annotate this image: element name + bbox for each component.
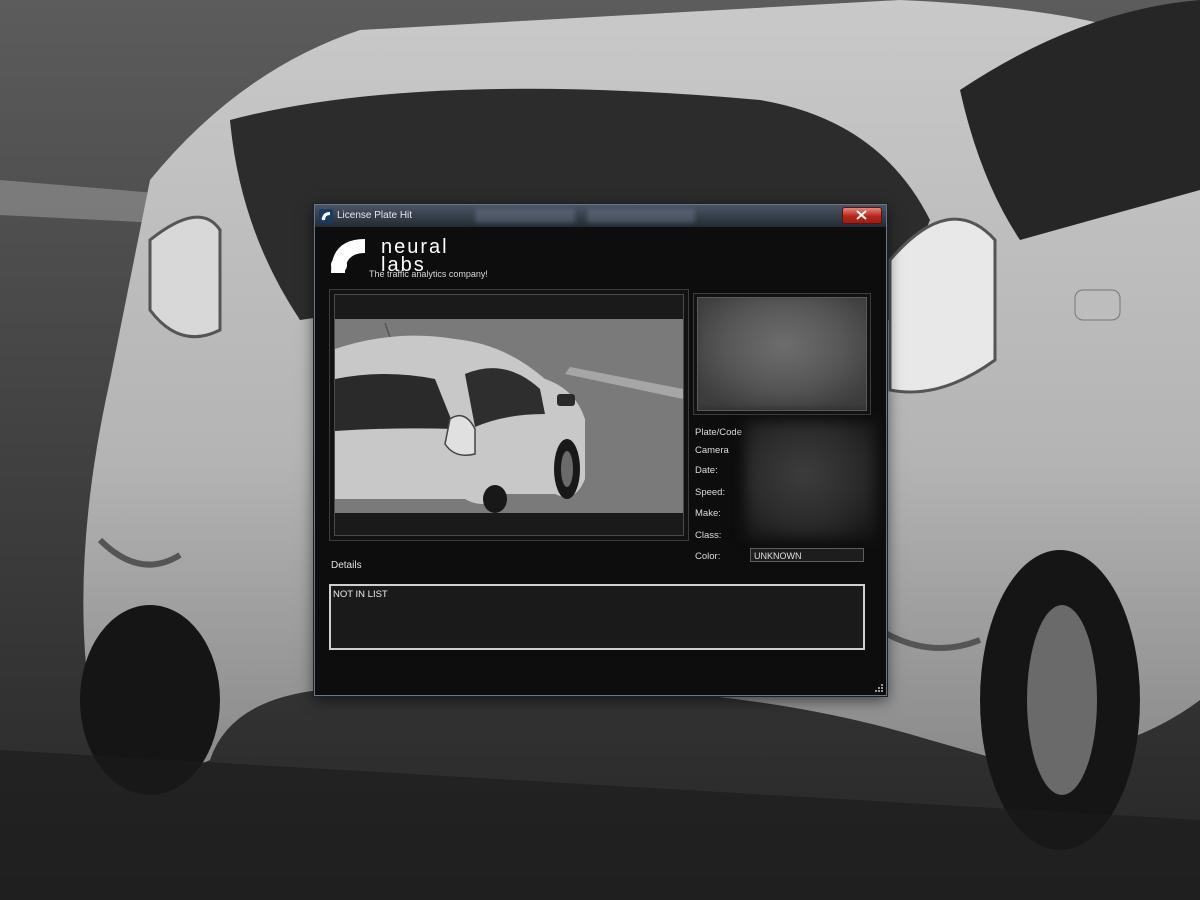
vehicle-image[interactable]: [334, 294, 684, 536]
resize-grip-icon[interactable]: [875, 684, 883, 692]
blurred-plate-region: [698, 298, 866, 410]
details-label: Details: [331, 560, 362, 571]
camera-label: Camera: [695, 445, 729, 456]
color-label: Color:: [695, 551, 721, 562]
color-value-field[interactable]: UNKNOWN: [750, 548, 864, 562]
window-title: License Plate Hit: [337, 210, 413, 221]
close-button[interactable]: [842, 207, 882, 224]
plate-code-label: Plate/Code: [695, 427, 743, 438]
class-label: Class:: [695, 530, 722, 541]
plate-crop-image[interactable]: [697, 297, 867, 411]
logo-tagline: The traffic analytics company!: [369, 269, 488, 279]
neural-labs-logo-icon: [319, 209, 333, 223]
blurred-field-values: [745, 421, 877, 539]
license-plate-hit-window: License Plate Hit neural labs The traffi…: [314, 204, 887, 696]
window-titlebar[interactable]: License Plate Hit: [315, 205, 886, 227]
date-label: Date:: [695, 465, 718, 476]
details-textbox[interactable]: NOT IN LIST: [329, 584, 865, 650]
vehicle-photo: [335, 319, 683, 513]
close-icon: [856, 210, 867, 220]
blurred-taskbar-item: [587, 209, 695, 223]
vehicle-image-panel: [329, 289, 689, 541]
plate-crop-panel: [693, 293, 871, 415]
speed-label: Speed:: [695, 487, 726, 498]
blurred-taskbar-item: [475, 209, 575, 223]
make-label: Make:: [695, 508, 721, 519]
